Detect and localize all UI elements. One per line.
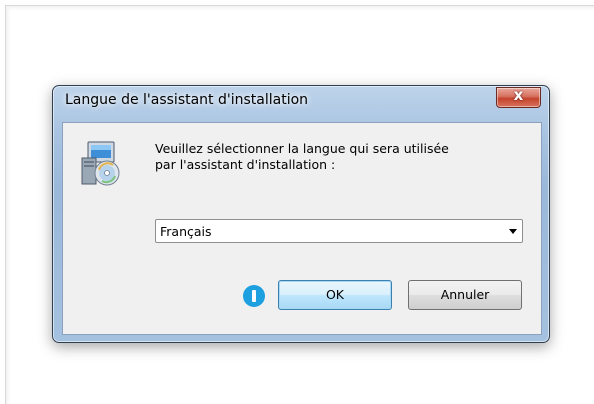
setup-language-dialog: Langue de l'assistant d'installation x V… [52, 85, 550, 343]
instruction-message: Veuillez sélectionner la langue qui sera… [155, 141, 525, 173]
setup-installer-icon [81, 141, 120, 186]
close-icon: x [513, 86, 524, 104]
dialog-title: Langue de l'assistant d'installation [65, 92, 309, 108]
language-select[interactable]: Français [155, 219, 523, 243]
instruction-line-1: Veuillez sélectionner la langue qui sera… [155, 141, 449, 156]
instruction-line-2: par l'assistant d'installation : [155, 157, 336, 172]
ok-button[interactable]: OK [278, 280, 392, 310]
close-button[interactable]: x [496, 86, 541, 108]
chevron-down-icon[interactable] [509, 229, 517, 234]
info-marker-icon [243, 285, 265, 307]
dialog-client-area: Veuillez sélectionner la langue qui sera… [62, 122, 542, 335]
language-select-value: Français [160, 224, 212, 239]
cancel-button[interactable]: Annuler [408, 280, 522, 310]
